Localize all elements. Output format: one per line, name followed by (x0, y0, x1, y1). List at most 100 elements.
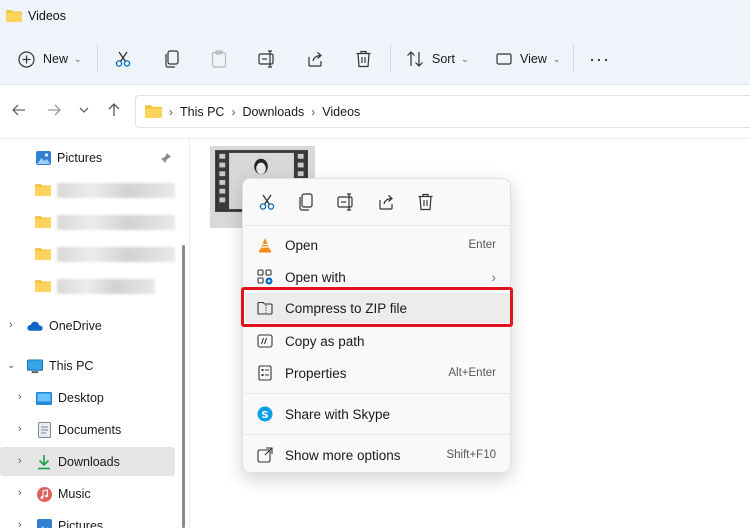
menu-separator (244, 225, 511, 226)
redacted-folder-name (57, 246, 175, 262)
menu-item-label: Share with Skype (285, 406, 391, 422)
sidebar-item-folder[interactable] (35, 272, 155, 300)
skype-icon: S (257, 406, 273, 422)
copy-icon[interactable] (298, 193, 314, 211)
rename-icon[interactable] (337, 193, 355, 211)
properties-icon (258, 365, 272, 381)
sidebar-scrollbar[interactable] (182, 245, 185, 528)
music-icon (36, 486, 52, 502)
expand-chevron-icon[interactable]: › (18, 455, 22, 467)
sidebar-item-pictures[interactable]: Pictures (36, 512, 103, 528)
redacted-folder-name (57, 214, 175, 230)
expand-chevron-icon[interactable]: › (18, 423, 22, 435)
more-options-button[interactable]: ··· (589, 42, 610, 76)
expand-chevron-icon[interactable]: › (9, 319, 13, 331)
desktop-icon (36, 390, 52, 406)
collapse-chevron-icon[interactable]: ⌄ (7, 360, 15, 371)
view-button[interactable]: View ⌄ (496, 42, 560, 76)
breadcrumb-chevron-icon: › (311, 104, 316, 119)
shortcut-label: Shift+F10 (446, 449, 496, 461)
sidebar-item-label: Downloads (58, 455, 120, 469)
sidebar-item-label: This PC (49, 359, 94, 373)
more-label: ··· (589, 48, 610, 69)
new-button[interactable]: New ⌄ (18, 42, 82, 76)
back-arrow-icon[interactable] (11, 102, 27, 118)
window-title: Videos (28, 9, 66, 23)
breadcrumb-this-pc[interactable]: This PC (180, 105, 224, 119)
cut-button[interactable] (114, 42, 132, 76)
svg-text:S: S (261, 410, 268, 421)
command-bar: New ⌄ Sort ⌄ View ⌄ ··· (0, 32, 750, 85)
folder-icon (35, 182, 51, 198)
sidebar-item-music[interactable]: Music (36, 480, 91, 508)
vlc-cone-icon (259, 238, 271, 253)
new-label: New (43, 52, 69, 66)
menu-item-label: Copy as path (285, 333, 365, 349)
menu-item-open[interactable]: Open Enter (245, 230, 510, 260)
navigation-pane: Pictures › OneDrive ⌄ This PC › Desktop … (0, 139, 186, 528)
pane-divider[interactable] (189, 139, 190, 528)
sort-icon (407, 51, 423, 67)
trash-icon (356, 50, 371, 68)
menu-item-show-more-options[interactable]: Show more options Shift+F10 (245, 440, 510, 470)
breadcrumb-videos[interactable]: Videos (322, 105, 360, 119)
menu-item-label: Open (285, 237, 319, 253)
paste-button[interactable] (211, 42, 227, 76)
sidebar-item-label: Music (58, 487, 91, 501)
folder-icon (145, 105, 162, 118)
menu-item-copy-as-path[interactable]: Copy as path (245, 326, 510, 356)
menu-item-properties[interactable]: Properties Alt+Enter (245, 358, 510, 388)
expand-chevron-icon[interactable]: › (18, 487, 22, 499)
menu-item-label: Properties (285, 365, 347, 381)
cloud-icon (27, 318, 43, 334)
cut-icon[interactable] (258, 193, 276, 211)
up-arrow-icon[interactable] (106, 102, 122, 118)
quick-actions-row (243, 179, 512, 225)
sidebar-item-label: OneDrive (49, 319, 102, 333)
forward-arrow-icon[interactable] (46, 102, 62, 118)
menu-item-label: Open with (285, 269, 346, 285)
monitor-icon (27, 358, 43, 374)
submenu-chevron-icon: › (491, 269, 496, 285)
folder-icon (6, 10, 22, 22)
toolbar-divider (573, 44, 574, 72)
copy-icon (165, 50, 179, 68)
sidebar-item-pictures-pinned[interactable]: Pictures (35, 144, 102, 172)
sidebar-item-downloads[interactable]: Downloads (36, 448, 120, 476)
address-bar[interactable]: › This PC › Downloads › Videos (135, 95, 750, 128)
sidebar-item-folder[interactable] (35, 208, 175, 236)
expand-chevron-icon[interactable]: › (18, 391, 22, 403)
sidebar-item-label: Pictures (58, 519, 104, 528)
share-icon[interactable] (377, 193, 395, 211)
breadcrumb-downloads[interactable]: Downloads (242, 105, 304, 119)
menu-item-label: Show more options (285, 447, 401, 463)
sidebar-item-folder[interactable] (35, 240, 175, 268)
chevron-down-icon: ⌄ (460, 53, 469, 64)
pin-icon (161, 153, 171, 163)
menu-item-share-skype[interactable]: S Share with Skype (245, 399, 510, 429)
expand-chevron-icon[interactable]: › (18, 519, 22, 528)
rename-icon (258, 50, 274, 68)
share-icon (308, 52, 322, 67)
pictures-icon (36, 518, 52, 528)
share-button[interactable] (306, 42, 324, 76)
chevron-down-icon: ⌄ (74, 53, 82, 64)
sidebar-item-folder[interactable] (35, 176, 175, 204)
show-more-icon (257, 447, 273, 463)
sidebar-item-this-pc[interactable]: This PC (27, 352, 93, 380)
delete-button[interactable] (355, 42, 372, 76)
navigation-bar: › This PC › Downloads › Videos (0, 85, 750, 138)
sort-button[interactable]: Sort ⌄ (406, 42, 468, 76)
rename-button[interactable] (258, 42, 276, 76)
view-label: View (520, 52, 547, 66)
trash-icon[interactable] (417, 193, 434, 211)
sidebar-item-documents[interactable]: Documents (36, 416, 121, 444)
shortcut-label: Enter (468, 239, 497, 251)
sidebar-item-onedrive[interactable]: OneDrive (27, 312, 102, 340)
recent-chevron-icon[interactable] (79, 106, 89, 114)
sidebar-item-desktop[interactable]: Desktop (36, 384, 104, 412)
folder-icon (35, 214, 51, 230)
copy-button[interactable] (164, 42, 180, 76)
toolbar-divider (390, 44, 391, 72)
plus-circle-icon (18, 50, 35, 68)
